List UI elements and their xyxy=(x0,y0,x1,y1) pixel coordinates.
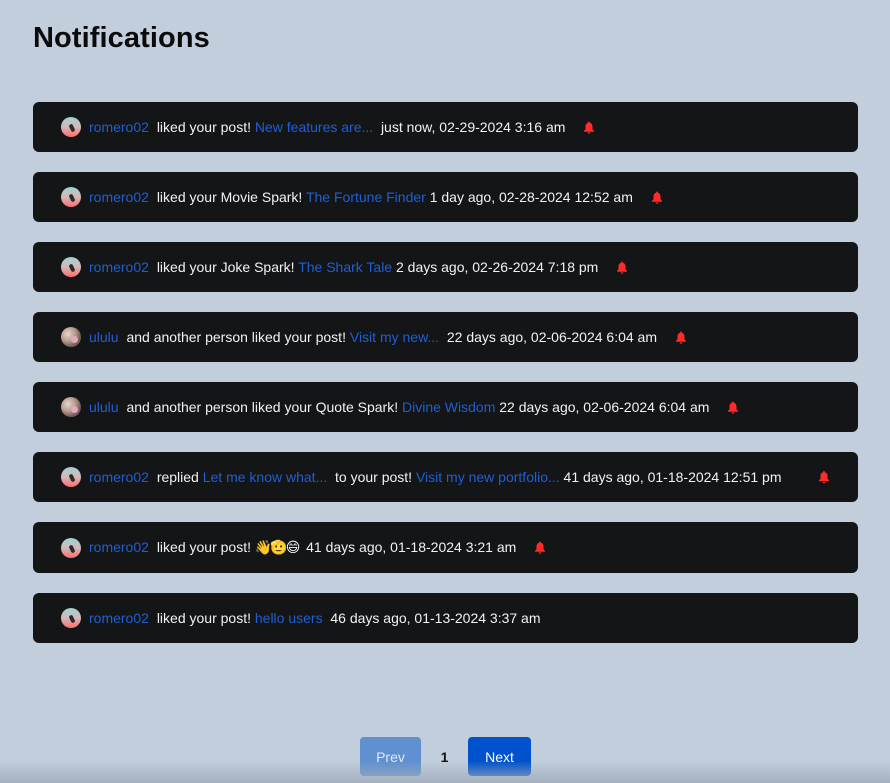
notification-item: romero02 liked your post! 👋🫡😄 41 days ag… xyxy=(33,522,858,573)
notification-item: ululu and another person liked your Quot… xyxy=(33,382,858,432)
user-link[interactable]: romero02 xyxy=(89,539,149,555)
post-link[interactable]: The Fortune Finder xyxy=(306,189,426,205)
timestamp: 41 days ago, 01-18-2024 12:51 pm xyxy=(563,469,782,485)
timestamp: 2 days ago, 02-26-2024 7:18 pm xyxy=(395,259,599,275)
notification-item: romero02 liked your post! New features a… xyxy=(33,102,858,152)
notification-item: ululu and another person liked your post… xyxy=(33,312,858,362)
post-link[interactable]: Visit my new... xyxy=(350,329,439,345)
bell-icon xyxy=(534,541,546,554)
current-page-number: 1 xyxy=(440,748,449,765)
bell-icon xyxy=(651,191,663,204)
notification-item: romero02 liked your post! hello users 46… xyxy=(33,593,858,643)
prev-button[interactable]: Prev xyxy=(360,737,421,776)
action-text: replied xyxy=(156,469,199,485)
user-link[interactable]: romero02 xyxy=(89,119,149,135)
timestamp: 22 days ago, 02-06-2024 6:04 am xyxy=(499,399,710,415)
notification-item: romero02 replied Let me know what... to … xyxy=(33,452,858,502)
action-text: liked your post! xyxy=(156,119,251,135)
timestamp: 41 days ago, 01-18-2024 3:21 am xyxy=(306,539,517,555)
avatar[interactable] xyxy=(61,117,81,137)
notification-item: romero02 liked your Movie Spark! The For… xyxy=(33,172,858,222)
user-link[interactable]: romero02 xyxy=(89,469,149,485)
user-link[interactable]: ululu xyxy=(89,329,119,345)
avatar[interactable] xyxy=(61,397,81,417)
timestamp: 22 days ago, 02-06-2024 6:04 am xyxy=(446,329,658,345)
notification-text: romero02 replied Let me know what... to … xyxy=(89,467,830,487)
user-link[interactable]: romero02 xyxy=(89,189,149,205)
notification-text: romero02 liked your post! hello users 46… xyxy=(89,608,830,628)
post-link[interactable]: New features are... xyxy=(255,119,373,135)
notification-text: ululu and another person liked your post… xyxy=(89,327,830,347)
action-text: liked your Movie Spark! xyxy=(156,189,303,205)
next-button[interactable]: Next xyxy=(468,737,531,776)
bell-icon xyxy=(727,401,739,414)
timestamp: 46 days ago, 01-13-2024 3:37 am xyxy=(330,610,541,626)
bell-icon xyxy=(818,471,830,484)
post-link[interactable]: The Shark Tale xyxy=(298,259,392,275)
notification-text: ululu and another person liked your Quot… xyxy=(89,397,830,417)
post-link[interactable]: hello users xyxy=(255,610,323,626)
avatar[interactable] xyxy=(61,467,81,487)
action-text: liked your post! xyxy=(156,610,251,626)
reply-link[interactable]: Let me know what... xyxy=(203,469,328,485)
action-text: liked your Joke Spark! xyxy=(156,259,295,275)
notification-text: romero02 liked your Movie Spark! The For… xyxy=(89,187,830,207)
avatar[interactable] xyxy=(61,327,81,347)
avatar[interactable] xyxy=(61,608,81,628)
bell-icon xyxy=(675,331,687,344)
avatar[interactable] xyxy=(61,257,81,277)
post-link[interactable]: Divine Wisdom xyxy=(402,399,495,415)
bell-icon xyxy=(616,261,628,274)
notification-text: romero02 liked your post! New features a… xyxy=(89,117,830,137)
action-text: liked your post! xyxy=(156,539,251,555)
timestamp: just now, 02-29-2024 3:16 am xyxy=(380,119,566,135)
action-text: to your post! xyxy=(335,469,413,485)
user-link[interactable]: romero02 xyxy=(89,259,149,275)
pagination: Prev 1 Next xyxy=(360,737,531,776)
avatar[interactable] xyxy=(61,537,81,558)
action-text: and another person liked your post! xyxy=(126,329,346,345)
user-link[interactable]: ululu xyxy=(89,399,119,415)
post-link[interactable]: Visit my new portfolio... xyxy=(416,469,560,485)
bell-icon xyxy=(583,121,595,134)
user-link[interactable]: romero02 xyxy=(89,610,149,626)
notification-text: romero02 liked your Joke Spark! The Shar… xyxy=(89,257,830,277)
page-title: Notifications xyxy=(33,22,210,54)
notification-list: romero02 liked your post! New features a… xyxy=(33,102,858,663)
action-text: and another person liked your Quote Spar… xyxy=(126,399,399,415)
notification-text: romero02 liked your post! 👋🫡😄 41 days ag… xyxy=(89,537,830,558)
timestamp: 1 day ago, 02-28-2024 12:52 am xyxy=(429,189,633,205)
post-link[interactable]: 👋🫡😄 xyxy=(255,540,300,556)
avatar[interactable] xyxy=(61,187,81,207)
notification-item: romero02 liked your Joke Spark! The Shar… xyxy=(33,242,858,292)
